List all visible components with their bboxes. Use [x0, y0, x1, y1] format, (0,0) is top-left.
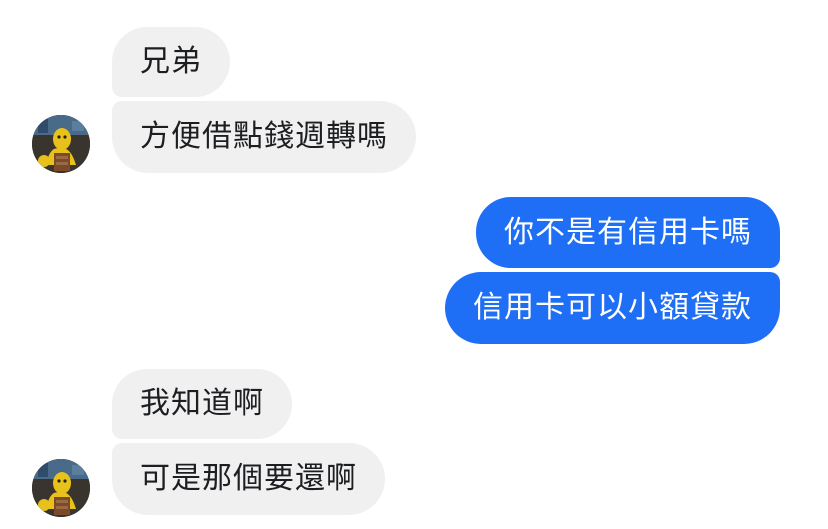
contact-avatar-icon[interactable]: [32, 459, 90, 517]
outgoing-message-bubble[interactable]: 信用卡可以小額貸款: [445, 272, 780, 344]
outgoing-message-bubble[interactable]: 你不是有信用卡嗎: [476, 197, 780, 268]
incoming-message-bubble[interactable]: 我知道啊: [112, 369, 292, 439]
incoming-message-bubble[interactable]: 可是那個要還啊: [112, 443, 385, 515]
avatar-image: [32, 115, 90, 173]
incoming-message-bubble[interactable]: 兄弟: [112, 27, 230, 97]
incoming-message-bubble[interactable]: 方便借點錢週轉嗎: [112, 101, 416, 173]
contact-avatar-icon[interactable]: [32, 115, 90, 173]
avatar-image: [32, 459, 90, 517]
